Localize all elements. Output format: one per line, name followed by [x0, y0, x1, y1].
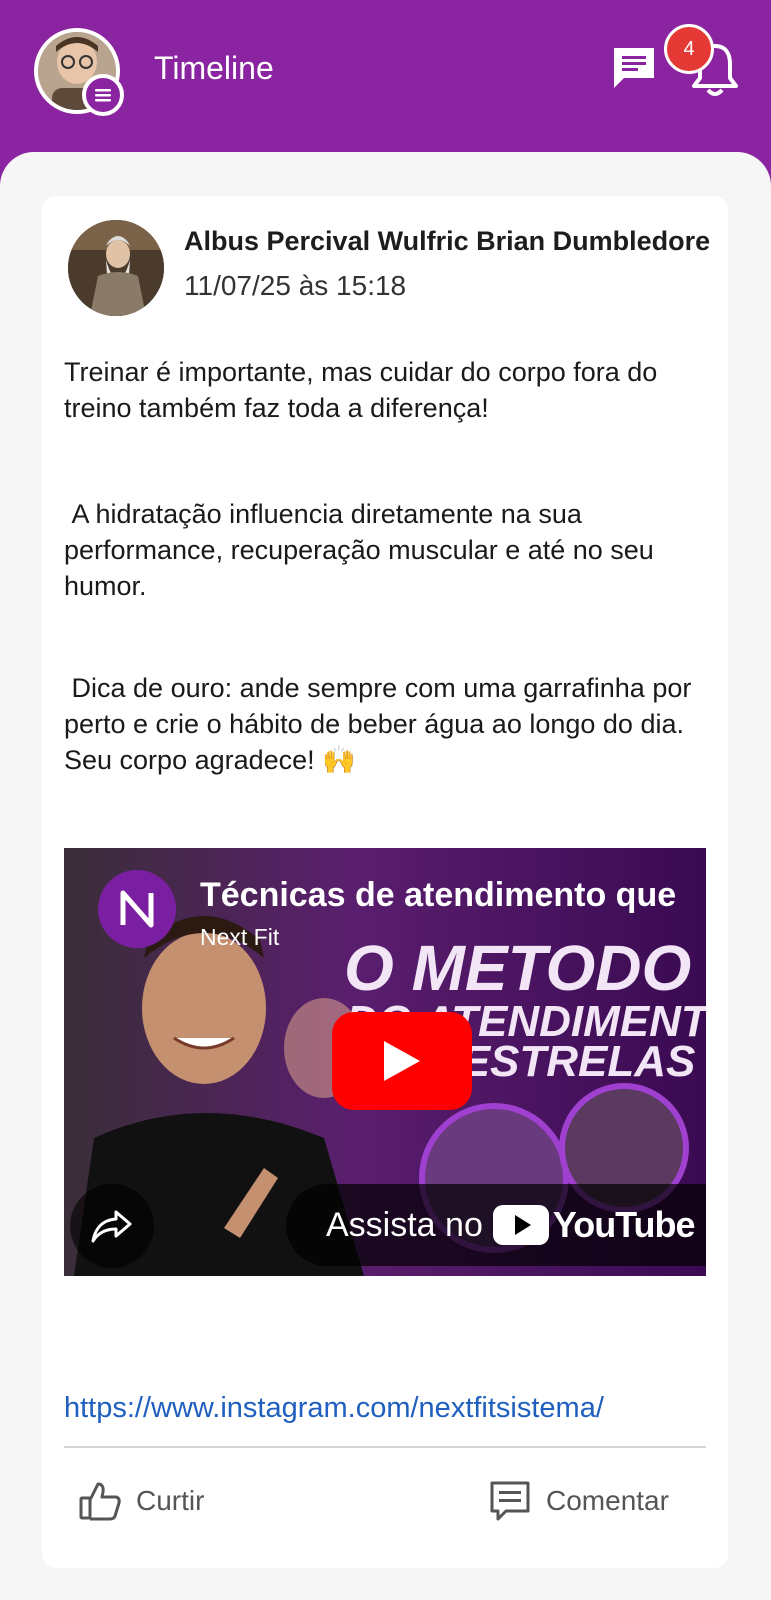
- post-link[interactable]: https://www.instagram.com/nextfitsistema…: [64, 1392, 604, 1425]
- comment-icon: [490, 1481, 530, 1521]
- author-avatar[interactable]: [68, 220, 164, 316]
- thumbs-up-icon: [79, 1482, 121, 1521]
- youtube-logo: YouTube: [492, 1204, 696, 1246]
- chat-icon[interactable]: [610, 44, 658, 92]
- like-button[interactable]: Curtir: [78, 1466, 204, 1536]
- menu-icon[interactable]: [82, 74, 124, 116]
- comment-button[interactable]: Comentar: [488, 1466, 669, 1536]
- post-paragraph: A hidratação influencia diretamente na s…: [64, 499, 662, 601]
- page-title: Timeline: [154, 50, 274, 86]
- post-timestamp: 11/07/25 às 15:18: [184, 270, 407, 301]
- post-paragraph: Treinar é importante, mas cuidar do corp…: [64, 357, 658, 423]
- youtube-play-icon: [492, 1205, 549, 1245]
- watch-label: Assista no: [326, 1205, 483, 1244]
- youtube-wordmark: YouTube: [552, 1204, 696, 1245]
- youtube-video-embed[interactable]: O METODO DO ATENDIMENTO 5 ESTRELAS Técni…: [64, 848, 706, 1276]
- comment-label: Comentar: [546, 1485, 669, 1516]
- channel-logo[interactable]: [98, 870, 176, 948]
- notification-count-badge: 4: [664, 24, 714, 74]
- profile-avatar-button[interactable]: [34, 28, 124, 116]
- watch-on-youtube-button[interactable]: Assista no YouTube: [286, 1184, 706, 1266]
- timeline-panel: Albus Percival Wulfric Brian Dumbledore …: [0, 152, 771, 1600]
- thumbnail-text: O METODO: [344, 932, 691, 1004]
- video-title[interactable]: Técnicas de atendimento que: [200, 876, 706, 915]
- play-icon: [384, 1041, 420, 1081]
- app-header: Timeline 4: [0, 0, 771, 160]
- share-button[interactable]: [70, 1184, 154, 1268]
- play-button[interactable]: [332, 1012, 472, 1110]
- post-card: Albus Percival Wulfric Brian Dumbledore …: [42, 196, 728, 1568]
- share-icon: [91, 1210, 132, 1243]
- like-label: Curtir: [136, 1485, 205, 1516]
- post-author[interactable]: Albus Percival Wulfric Brian Dumbledore: [184, 226, 714, 257]
- post-paragraph: Dica de ouro: ande sempre com uma garraf…: [64, 673, 699, 775]
- divider: [64, 1446, 706, 1448]
- video-channel[interactable]: Next Fit: [200, 924, 279, 951]
